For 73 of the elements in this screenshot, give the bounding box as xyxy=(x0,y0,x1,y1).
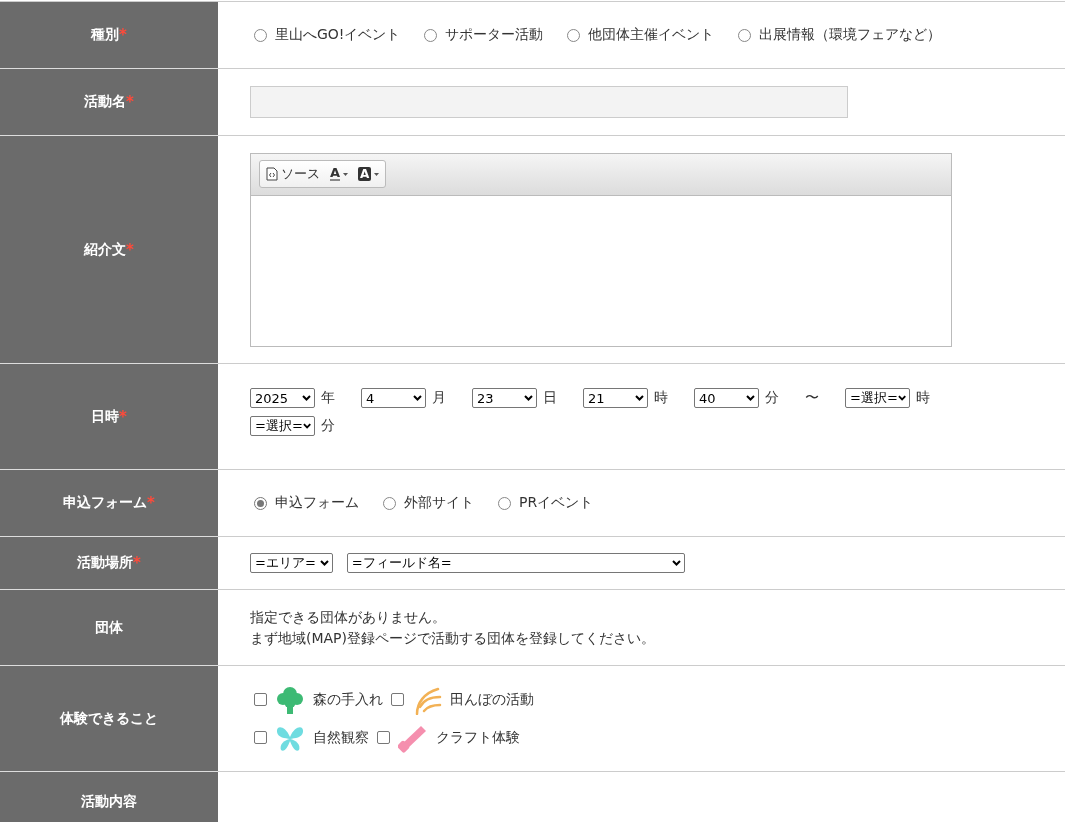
radio-button[interactable] xyxy=(567,28,581,42)
unit-label: 分 xyxy=(765,389,779,407)
chevron-down-icon xyxy=(302,423,311,429)
checkbox-label[interactable]: 自然観察 xyxy=(313,728,369,747)
dropdown[interactable]: =選択= xyxy=(250,416,315,436)
field-label: 団体 xyxy=(95,618,123,637)
unit-label: 〜 xyxy=(805,389,819,407)
source-button[interactable]: ソース xyxy=(266,165,320,183)
dropdown[interactable]: =選択= xyxy=(845,388,910,408)
radio-button[interactable] xyxy=(738,28,752,42)
checkbox-label[interactable]: 森の手入れ xyxy=(313,690,383,709)
unit-label: 日 xyxy=(543,389,557,407)
option-label[interactable]: 他団体主催イベント xyxy=(588,26,715,44)
chevron-down-icon xyxy=(635,395,644,401)
field-label: 種別 xyxy=(91,26,120,44)
rich-text-editor[interactable]: ソース A A xyxy=(250,152,952,347)
required-mark: * xyxy=(126,93,134,111)
radio-button[interactable] xyxy=(383,496,396,510)
unit-label: 時 xyxy=(916,389,930,407)
document-code-icon xyxy=(266,167,278,181)
caret-down-icon xyxy=(374,172,380,176)
field-label: 活動場所 xyxy=(77,554,134,572)
chevron-down-icon xyxy=(671,560,681,566)
dropdown[interactable]: 40 xyxy=(694,388,759,408)
radio-button[interactable] xyxy=(254,496,267,510)
unit-label: 分 xyxy=(321,417,335,435)
unit-label: 年 xyxy=(321,389,335,407)
field-label: 活動内容 xyxy=(81,793,137,811)
dropdown[interactable]: 21 xyxy=(583,388,648,408)
dropdown[interactable]: =エリア= xyxy=(250,553,333,573)
checkbox[interactable] xyxy=(391,693,404,706)
required-mark: * xyxy=(147,494,155,512)
option-label[interactable]: 申込フォーム xyxy=(275,494,359,512)
unit-label: 時 xyxy=(654,389,668,407)
radio-button[interactable] xyxy=(424,28,438,42)
option-label[interactable]: PRイベント xyxy=(519,494,594,512)
required-mark: * xyxy=(126,240,134,259)
chevron-down-icon xyxy=(319,560,329,566)
chevron-down-icon xyxy=(524,395,533,401)
notice-text: まず地域(MAP)登録ページで活動する団体を登録してください。 xyxy=(250,628,657,648)
radio-button[interactable] xyxy=(498,496,511,510)
required-mark: * xyxy=(119,407,127,426)
required-mark: * xyxy=(119,26,127,44)
option-label[interactable]: 外部サイト xyxy=(404,494,474,512)
caret-down-icon xyxy=(343,172,349,176)
chevron-down-icon xyxy=(746,395,755,401)
chevron-down-icon xyxy=(413,395,422,401)
checkbox-label[interactable]: 田んぼの活動 xyxy=(450,690,534,709)
checkbox[interactable] xyxy=(254,693,267,706)
dropdown[interactable]: =フィールド名= xyxy=(346,553,685,573)
notice-text: 指定できる団体がありません。 xyxy=(250,607,447,627)
option-label[interactable]: 出展情報（環境フェアなど） xyxy=(759,26,942,44)
option-label[interactable]: サポーター活動 xyxy=(445,26,544,44)
required-mark: * xyxy=(133,554,141,572)
chevron-down-icon xyxy=(302,395,311,401)
option-label[interactable]: 里山へGO!イベント xyxy=(275,26,401,44)
text-color-button[interactable]: A xyxy=(330,167,349,181)
dropdown[interactable]: 4 xyxy=(361,388,426,408)
checkbox[interactable] xyxy=(377,731,390,744)
checkbox-label[interactable]: クラフト体験 xyxy=(436,728,520,747)
field-label: 活動名 xyxy=(84,93,127,111)
chevron-down-icon xyxy=(897,395,906,401)
text-input-field[interactable] xyxy=(250,86,848,118)
radio-button[interactable] xyxy=(254,28,267,42)
checkbox[interactable] xyxy=(254,731,267,744)
field-label: 体験できること xyxy=(60,709,158,728)
field-label: 日時 xyxy=(91,407,120,426)
unit-label: 月 xyxy=(432,389,446,407)
field-label: 紹介文 xyxy=(84,240,127,259)
tree-icon xyxy=(275,684,305,715)
dropdown[interactable]: 23 xyxy=(472,388,537,408)
field-label: 申込フォーム xyxy=(63,494,148,512)
dropdown[interactable]: 2025 xyxy=(250,388,315,408)
